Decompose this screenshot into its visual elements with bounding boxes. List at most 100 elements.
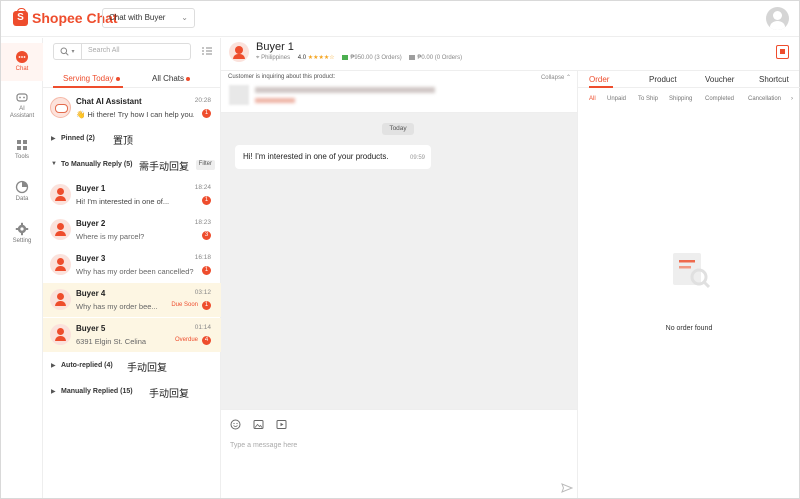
rail-item-chat[interactable]: Chat: [1, 43, 43, 81]
orders-panel: Order Product Voucher Shortcut All Unpai…: [577, 71, 800, 498]
auto-replied-label: Auto-replied (4): [61, 362, 113, 369]
tab-shortcut[interactable]: Shortcut: [759, 75, 789, 84]
tab-all-chats-label: All Chats: [152, 74, 185, 83]
buyer-name: Buyer 3: [76, 254, 106, 263]
tab-serving-today[interactable]: Serving Today: [63, 74, 120, 83]
orders-total: ₱950.00 (3 Orders): [350, 55, 402, 61]
collapse-label: Collapse: [540, 75, 565, 81]
emoji-icon[interactable]: [230, 419, 241, 430]
rail-item-data[interactable]: Data: [1, 180, 43, 210]
manually-replied-note: 手动回复: [149, 389, 189, 400]
tab-voucher[interactable]: Voucher: [705, 75, 734, 84]
overdue-status: Overdue: [174, 337, 198, 343]
message-composer: Type a message here: [221, 409, 577, 498]
video-icon[interactable]: [276, 419, 287, 430]
send-icon[interactable]: [561, 483, 573, 493]
ai-assistant-row[interactable]: Chat AI Assistant 👋 Hi there! Try how I …: [43, 91, 221, 125]
tab-order[interactable]: Order: [589, 75, 609, 84]
unread-badge: 1: [202, 266, 211, 275]
tab-serving-today-label: Serving Today: [63, 74, 114, 83]
list-item-buyer-2[interactable]: Buyer 2 Where is my parcel? 18:23 3: [43, 213, 221, 247]
chart-data-icon: [15, 180, 29, 194]
buyer-avatar-icon: [50, 219, 71, 240]
user-avatar[interactable]: [766, 7, 789, 30]
chevron-up-icon: ⌃: [565, 75, 571, 81]
list-item-buyer-1[interactable]: Buyer 1 Hi! I'm interested in one of... …: [43, 178, 221, 212]
list-item-buyer-3[interactable]: Buyer 3 Why has my order been cancelled?…: [43, 248, 221, 282]
ai-assistant-name: Chat AI Assistant: [76, 97, 142, 106]
search-scope-button[interactable]: ▾: [54, 44, 82, 59]
orders-icon: [342, 54, 349, 60]
subtab-unpaid[interactable]: Unpaid: [607, 96, 626, 102]
chat-tabs: Serving Today All Chats: [43, 68, 221, 88]
store-panel-icon[interactable]: [776, 45, 789, 59]
subtab-shipping[interactable]: Shipping: [669, 96, 692, 102]
list-item-buyer-5[interactable]: Buyer 5 6391 Elgin St. Celina 01:14 Over…: [43, 318, 221, 352]
buyer-rating: 4.0: [297, 55, 307, 61]
image-icon[interactable]: [253, 419, 264, 430]
buyer-avatar-icon: [229, 42, 249, 62]
search-box[interactable]: ▾ Search All: [53, 43, 191, 60]
message-area: Today Hi! I'm interested in one of your …: [221, 113, 577, 409]
unread-badge: 1: [202, 196, 211, 205]
ai-assistant-time: 20:28: [194, 97, 211, 104]
list-options-icon[interactable]: [201, 45, 213, 57]
buyer-name: Buyer 1: [76, 184, 106, 193]
message-time: 16:18: [194, 254, 211, 261]
chevron-down-icon: ⌄: [181, 13, 188, 22]
empty-state-text: No order found: [665, 325, 713, 332]
message-time: 09:59: [409, 155, 425, 161]
ai-bot-icon: [16, 93, 28, 102]
message-preview: Why has my order been cancelled?: [76, 267, 194, 276]
tab-all-chats[interactable]: All Chats: [152, 74, 191, 83]
message-preview: Why has my order bee...: [76, 302, 158, 311]
caret-down-icon: ▾: [71, 49, 75, 55]
product-thumbnail[interactable]: [229, 85, 249, 105]
rail-item-tools[interactable]: Tools: [1, 138, 43, 168]
date-chip: Today: [382, 123, 414, 135]
chevron-right-icon[interactable]: ›: [791, 96, 793, 102]
chat-list-panel: ▾ Search All Serving Today All Chats Cha…: [43, 38, 221, 498]
section-auto-replied[interactable]: ▶ Auto-replied (4) 手动回复: [43, 358, 221, 374]
search-icon: [60, 47, 70, 56]
subtab-completed[interactable]: Completed: [705, 96, 734, 102]
chat-mode-value: Chat with Buyer: [109, 13, 166, 22]
unread-badge: 3: [202, 231, 211, 240]
message-preview: Where is my parcel?: [76, 232, 145, 241]
top-bar: Shopee Chat Chat with Buyer ⌄: [1, 1, 799, 37]
rating-stars: ★★★★☆: [307, 55, 335, 61]
message-preview: 6391 Elgin St. Celina: [76, 337, 147, 346]
message-time: 18:23: [194, 219, 211, 226]
rail-label-tools: Tools: [14, 154, 29, 160]
buyer-name: Buyer 5: [76, 324, 106, 333]
shopee-bag-icon: [13, 7, 28, 26]
rail-item-setting[interactable]: Setting: [1, 222, 43, 252]
unread-badge: 1: [202, 109, 211, 118]
chat-mode-dropdown[interactable]: Chat with Buyer ⌄: [102, 8, 195, 28]
filter-button[interactable]: Filter: [195, 160, 215, 170]
chat-bubble-icon: [16, 51, 28, 63]
buyer-name: Buyer 2: [76, 219, 106, 228]
buyer-avatar-icon: [50, 289, 71, 310]
chevron-right-icon: ▶: [51, 389, 56, 395]
shopee-chat-window: Shopee Chat Chat with Buyer ⌄ Chat AI As…: [0, 0, 800, 499]
unread-badge: 1: [202, 301, 211, 310]
section-pinned[interactable]: ▶ Pinned (2) 置顶: [43, 131, 221, 147]
subtab-to-ship[interactable]: To Ship: [638, 96, 658, 102]
incoming-message: Hi! I'm interested in one of your produc…: [235, 145, 431, 169]
unread-dot: [186, 76, 191, 81]
subtab-all[interactable]: All: [589, 96, 596, 102]
tab-product[interactable]: Product: [649, 75, 677, 84]
list-item-buyer-4[interactable]: Buyer 4 Why has my order bee... 03:12 Du…: [43, 283, 221, 317]
section-manually-replied[interactable]: ▶ Manually Replied (15) 手动回复: [43, 384, 221, 400]
section-manual-reply[interactable]: ▼ To Manually Reply (5) 需手动回复 Filter: [43, 157, 221, 173]
empty-orders-illustration: [673, 253, 711, 289]
collapse-button[interactable]: Collapse ⌃: [541, 74, 571, 81]
conversation-buyer-name[interactable]: Buyer 1: [256, 41, 294, 53]
orders-other: ₱0.00 (0 Orders): [417, 55, 463, 61]
left-nav-rail: Chat AI Assistant Tools Data Setting: [1, 38, 43, 498]
gear-icon: [15, 222, 29, 236]
rail-item-ai-assistant[interactable]: AI Assistant: [1, 86, 43, 124]
message-input-placeholder[interactable]: Type a message here: [230, 442, 297, 449]
subtab-cancellation[interactable]: Cancellation: [748, 96, 781, 102]
